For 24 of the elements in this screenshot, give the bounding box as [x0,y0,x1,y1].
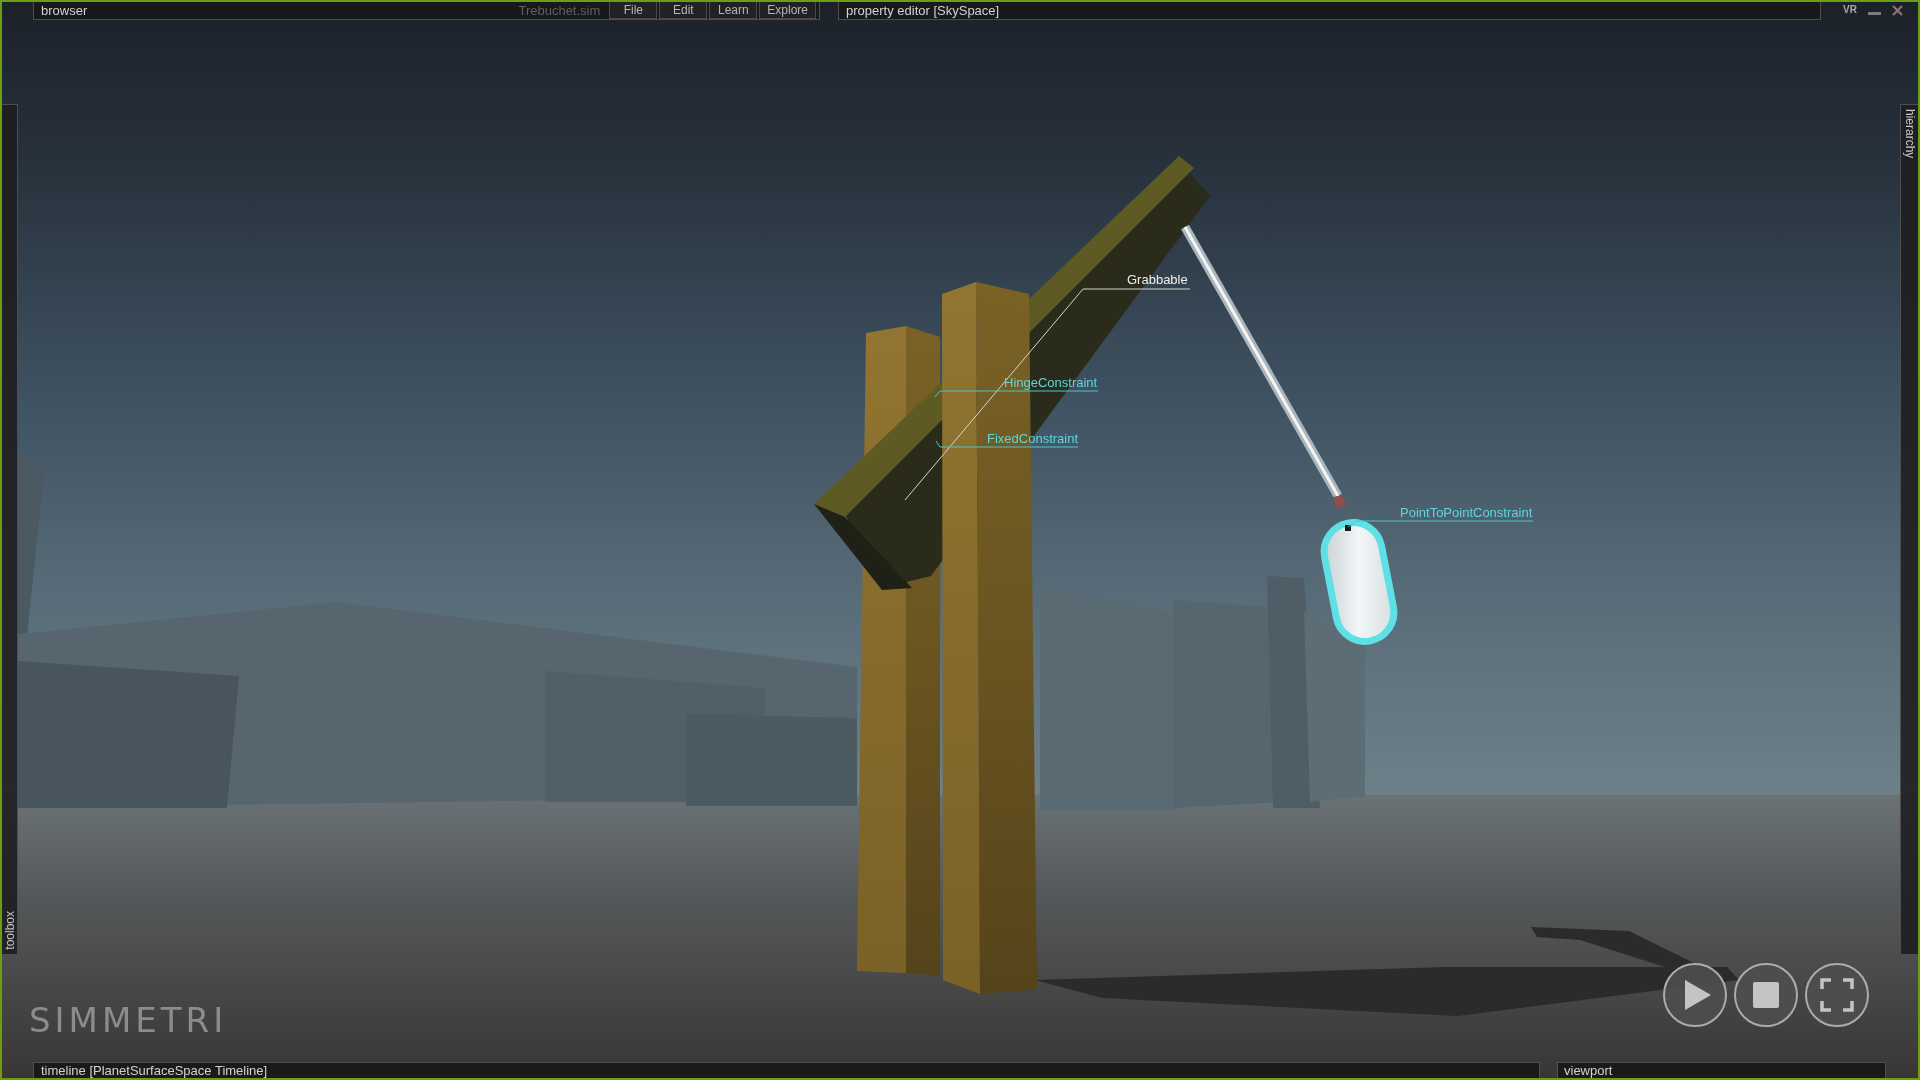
panel-title: hierarchy [1902,109,1917,159]
panel-title: timeline [PlanetSurfaceSpace Timeline] [41,1062,268,1079]
file-name: Trebuchet.sim [518,2,601,19]
menu-button[interactable]: Explore [759,2,816,19]
menu-button[interactable]: Edit [659,2,708,19]
panel-title: property editor [SkySpace] [846,2,1000,19]
panel-title: browser [41,2,88,19]
toolbox-panel[interactable]: toolbox [2,104,18,955]
annotation-label: HingeConstraint [1004,375,1098,390]
annotation-label: PointToPointConstraint [1400,505,1533,520]
play-icon [1685,980,1711,1010]
panel-title: viewport [1564,1062,1613,1079]
stop-icon [1753,982,1779,1008]
fullscreen-icon [1820,978,1854,1012]
hierarchy-panel[interactable]: hierarchy [1900,104,1918,955]
panel-title: toolbox [2,911,17,950]
vr-button[interactable]: VR [1843,4,1857,16]
annotation-label: Grabbable [1127,272,1188,287]
menu-button[interactable]: Learn [709,2,758,19]
logo: SIMMETRI [29,1005,228,1035]
close-icon[interactable] [1891,4,1903,16]
minimize-icon[interactable] [1867,11,1881,15]
menu-button[interactable]: File [609,2,658,19]
annotation-label: FixedConstraint [987,431,1079,446]
